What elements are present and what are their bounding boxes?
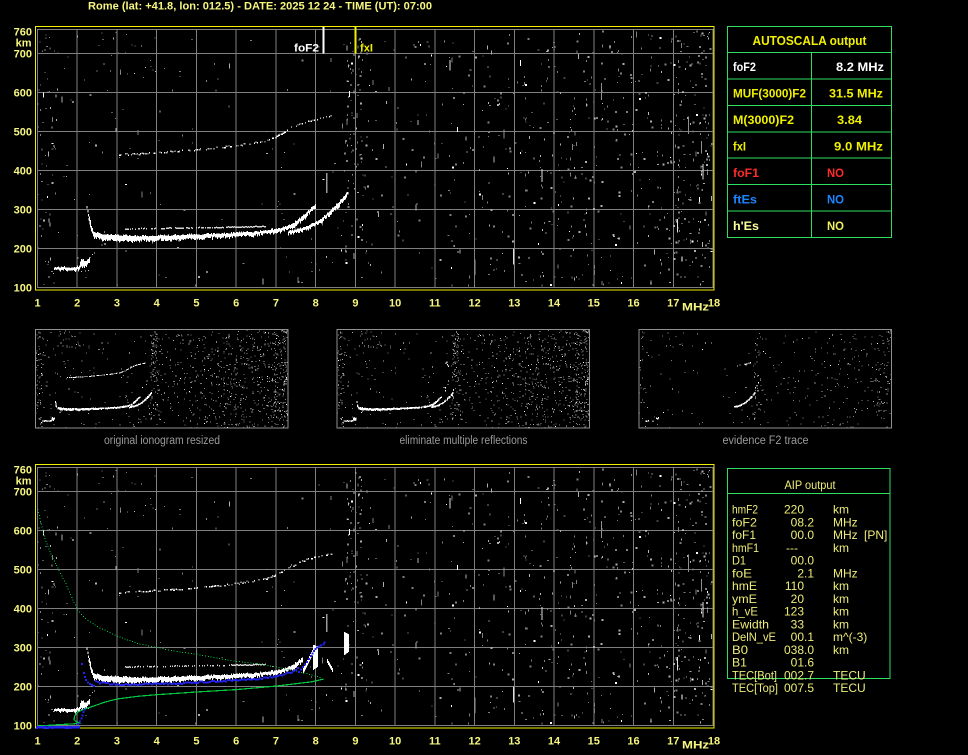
svg-text:600: 600 <box>14 526 32 538</box>
svg-text:MHz: MHz <box>682 302 710 314</box>
svg-text:7: 7 <box>273 736 279 748</box>
svg-text:original ionogram resized: original ionogram resized <box>104 435 220 447</box>
svg-text:NO: NO <box>827 219 844 233</box>
svg-text:4: 4 <box>154 298 161 310</box>
svg-text:[PN]: [PN] <box>864 528 887 542</box>
svg-text:foF1: foF1 <box>733 166 759 180</box>
svg-text:14: 14 <box>548 736 561 748</box>
svg-text:700: 700 <box>14 487 32 499</box>
svg-text:2: 2 <box>74 298 80 310</box>
svg-text:NO: NO <box>827 192 844 206</box>
svg-text:15: 15 <box>588 298 600 310</box>
svg-text:3: 3 <box>114 298 120 310</box>
svg-text:12: 12 <box>468 736 480 748</box>
svg-text:15: 15 <box>588 736 600 748</box>
svg-text:12: 12 <box>468 298 480 310</box>
svg-text:400: 400 <box>14 166 32 178</box>
svg-text:1: 1 <box>34 298 40 310</box>
svg-text:9.0 MHz: 9.0 MHz <box>834 139 883 153</box>
svg-text:NO: NO <box>827 166 844 180</box>
svg-text:AIP output: AIP output <box>785 478 837 492</box>
svg-text:18: 18 <box>708 736 720 748</box>
svg-text:300: 300 <box>14 205 32 217</box>
svg-text:km: km <box>833 643 849 657</box>
svg-text:16: 16 <box>627 736 639 748</box>
svg-text:h'Es: h'Es <box>733 219 759 233</box>
svg-text:18: 18 <box>708 298 720 310</box>
svg-text:600: 600 <box>14 88 32 100</box>
svg-text:2: 2 <box>74 736 80 748</box>
svg-text:500: 500 <box>14 127 32 139</box>
svg-text:4: 4 <box>154 736 161 748</box>
svg-text:17: 17 <box>667 736 679 748</box>
svg-text:foF2: foF2 <box>733 60 756 74</box>
svg-text:km: km <box>833 541 849 555</box>
svg-text:300: 300 <box>14 643 32 655</box>
svg-text:700: 700 <box>14 49 32 61</box>
svg-text:6: 6 <box>233 298 239 310</box>
svg-text:9: 9 <box>352 298 358 310</box>
svg-text:Rome (lat: +41.8, lon: 012.5): Rome (lat: +41.8, lon: 012.5) - DATE: 20… <box>88 1 432 13</box>
svg-text:MUF(3000)F2: MUF(3000)F2 <box>733 87 806 101</box>
svg-text:11: 11 <box>429 736 441 748</box>
svg-text:14: 14 <box>548 298 561 310</box>
svg-text:TEC[Top]: TEC[Top] <box>732 681 778 695</box>
svg-text:eliminate multiple reflections: eliminate multiple reflections <box>400 435 528 447</box>
svg-text:16: 16 <box>627 298 639 310</box>
svg-text:1: 1 <box>34 736 40 748</box>
svg-text:17: 17 <box>667 298 679 310</box>
svg-text:10: 10 <box>389 736 401 748</box>
svg-text:760: 760 <box>14 464 32 476</box>
svg-text:500: 500 <box>14 565 32 577</box>
svg-text:foF2: foF2 <box>294 43 319 55</box>
svg-text:3: 3 <box>114 736 120 748</box>
svg-text:13: 13 <box>508 736 520 748</box>
svg-text:8: 8 <box>313 736 319 748</box>
svg-text:MHz: MHz <box>682 740 710 752</box>
svg-text:8: 8 <box>313 298 319 310</box>
svg-text:9: 9 <box>352 736 358 748</box>
svg-text:3.84: 3.84 <box>837 113 862 127</box>
svg-text:5: 5 <box>193 298 199 310</box>
svg-text:5: 5 <box>193 736 199 748</box>
svg-text:fxI: fxI <box>733 139 746 153</box>
svg-text:760: 760 <box>14 26 32 38</box>
svg-text:400: 400 <box>14 604 32 616</box>
svg-text:evidence F2 trace: evidence F2 trace <box>723 435 809 447</box>
svg-text:11: 11 <box>429 298 441 310</box>
svg-text:fxI: fxI <box>360 43 373 55</box>
svg-text:8.2 MHz: 8.2 MHz <box>836 60 884 74</box>
svg-text:6: 6 <box>233 736 239 748</box>
svg-text:007.5: 007.5 <box>784 681 814 695</box>
svg-text:100: 100 <box>14 283 32 295</box>
svg-text:13: 13 <box>508 298 520 310</box>
svg-text:AUTOSCALA output: AUTOSCALA output <box>753 33 868 48</box>
svg-text:M(3000)F2: M(3000)F2 <box>733 113 794 127</box>
svg-text:7: 7 <box>273 298 279 310</box>
svg-text:100: 100 <box>14 721 32 733</box>
svg-text:200: 200 <box>14 244 32 256</box>
svg-text:10: 10 <box>389 298 401 310</box>
svg-text:200: 200 <box>14 682 32 694</box>
svg-text:31.5 MHz: 31.5 MHz <box>829 87 883 101</box>
svg-text:ftEs: ftEs <box>733 192 757 206</box>
svg-text:TECU: TECU <box>833 681 866 695</box>
